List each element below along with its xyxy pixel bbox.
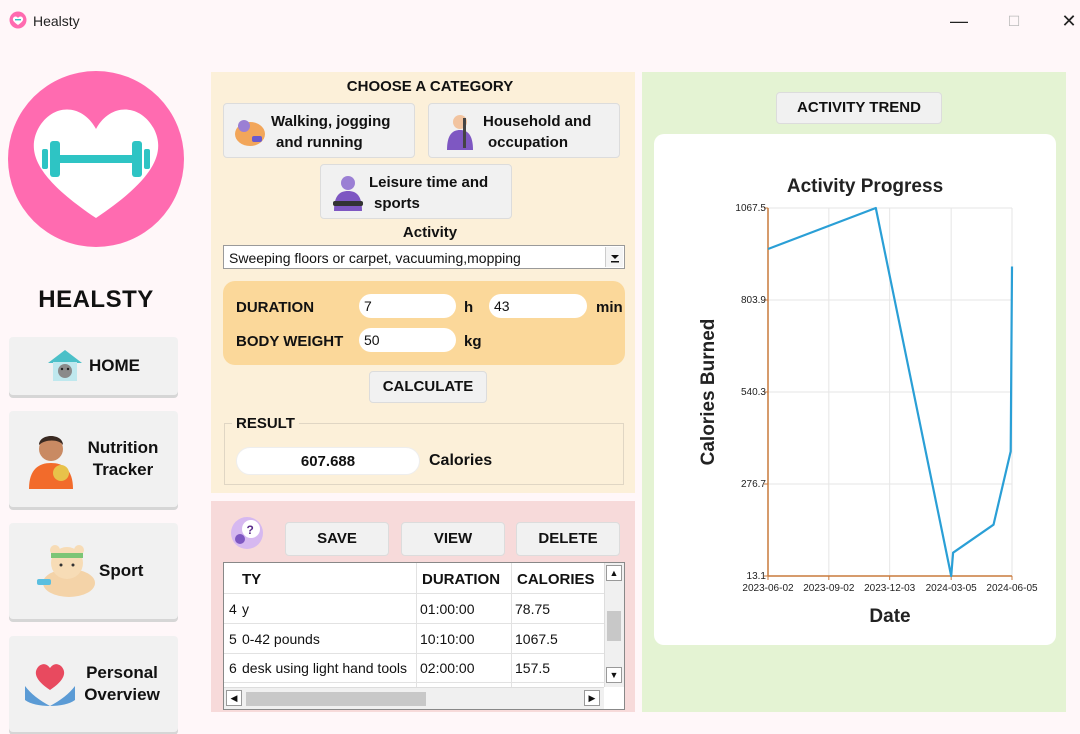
chart-y-tick-label: 276.7 — [741, 479, 766, 490]
category-leisure-label-1: Leisure time and — [369, 174, 489, 191]
category-walking-label-2: and running — [276, 134, 363, 151]
vertical-scrollbar[interactable]: ▲ ▼ — [604, 563, 624, 687]
nav-personal-button[interactable]: Personal Overview — [9, 636, 178, 732]
app-heart-icon — [9, 11, 27, 29]
result-label: RESULT — [232, 415, 299, 432]
activity-selected-value: Sweeping floors or carpet, vacuuming,mop… — [229, 250, 521, 266]
nav-sport-label: Sport — [99, 561, 144, 580]
activity-progress-chart: Activity Progress Date Calories Burned 1… — [698, 176, 1038, 627]
column-divider — [511, 563, 512, 687]
scroll-down-icon[interactable]: ▼ — [606, 667, 622, 683]
chart-card: Activity Progress Date Calories Burned 1… — [654, 134, 1056, 645]
chart-y-tick-label: 1067.5 — [735, 203, 766, 214]
table-header-activity[interactable]: TY — [242, 571, 261, 588]
row-index: 6 — [229, 660, 237, 676]
sport-bear-icon — [37, 545, 95, 597]
help-question-icon[interactable]: ? — [229, 515, 265, 551]
scroll-up-icon[interactable]: ▲ — [606, 565, 622, 581]
delete-button[interactable]: DELETE — [516, 522, 620, 556]
result-unit: Calories — [429, 452, 493, 469]
horizontal-scroll-thumb[interactable] — [246, 692, 426, 706]
activity-trend-button[interactable]: ACTIVITY TREND — [776, 92, 942, 124]
row-activity: 0-42 pounds — [242, 631, 320, 647]
household-icon — [447, 115, 473, 150]
calculate-button[interactable]: CALCULATE — [369, 371, 487, 403]
window-title: Healsty — [33, 13, 80, 29]
row-activity: desk using light hand tools — [242, 660, 407, 676]
chart-x-tick-label: 2023-06-02 — [742, 583, 794, 594]
result-value: 607.688 — [236, 447, 420, 475]
nav-nutrition-label-2: Tracker — [92, 460, 154, 479]
nav-home-button[interactable]: HOME — [9, 337, 178, 395]
dropdown-arrow-icon[interactable] — [605, 247, 623, 267]
view-button[interactable]: VIEW — [401, 522, 505, 556]
chart-y-label: Calories Burned — [698, 319, 719, 466]
history-table[interactable]: TY DURATION CALORIES 4 y 01:00:00 78.75 … — [223, 562, 625, 710]
row-index: 5 — [229, 631, 237, 647]
maximize-button[interactable]: ☐ — [999, 8, 1029, 34]
category-title: CHOOSE A CATEGORY — [346, 78, 514, 95]
walking-icon — [235, 120, 265, 146]
nutrition-person-icon — [29, 436, 73, 489]
category-walking-button[interactable]: Walking, jogging and running — [223, 103, 415, 158]
duration-label: DURATION — [236, 299, 315, 316]
horizontal-scrollbar[interactable]: ◀ ▶ — [224, 687, 604, 709]
category-household-label-2: occupation — [488, 134, 569, 151]
save-button[interactable]: SAVE — [285, 522, 389, 556]
svg-text:?: ? — [247, 523, 254, 537]
chart-y-tick-label: 803.9 — [741, 295, 766, 306]
healsty-logo — [8, 71, 184, 247]
table-header-duration[interactable]: DURATION — [422, 571, 500, 588]
category-household-button[interactable]: Household and occupation — [428, 103, 620, 158]
nav-personal-label-1: Personal — [86, 663, 158, 682]
vertical-scroll-thumb[interactable] — [607, 611, 621, 641]
table-header-calories[interactable]: CALORIES — [517, 571, 595, 588]
row-duration: 10:10:00 — [420, 631, 475, 647]
nav-home-label: HOME — [89, 356, 140, 375]
category-walking-label-1: Walking, jogging — [271, 113, 391, 130]
category-household-label-1: Household and — [483, 113, 592, 130]
body-weight-input[interactable]: 50 — [359, 328, 456, 352]
leisure-icon — [333, 176, 363, 211]
minimize-button[interactable]: — — [944, 8, 974, 34]
category-leisure-label-2: sports — [374, 195, 420, 212]
scroll-left-icon[interactable]: ◀ — [226, 690, 242, 706]
minutes-unit: min — [596, 299, 623, 316]
title-bar: Healsty — ☐ ✕ — [0, 0, 1080, 44]
chart-x-tick-label: 2023-12-03 — [864, 583, 916, 594]
hours-unit: h — [464, 299, 474, 316]
chart-y-tick-label: 13.1 — [747, 571, 767, 582]
hours-input[interactable]: 7 — [359, 294, 456, 318]
category-leisure-button[interactable]: Leisure time and sports — [320, 164, 512, 219]
body-weight-label: BODY WEIGHT — [236, 333, 344, 350]
nav-sport-button[interactable]: Sport — [9, 523, 178, 619]
weight-unit: kg — [464, 333, 482, 350]
row-duration: 01:00:00 — [420, 601, 475, 617]
nav-nutrition-label-1: Nutrition — [87, 438, 159, 457]
home-icon — [48, 350, 82, 381]
row-activity: y — [242, 601, 249, 617]
row-calories: 78.75 — [515, 601, 551, 617]
chart-x-tick-label: 2023-09-02 — [803, 583, 855, 594]
row-calories: 1067.5 — [515, 631, 558, 647]
row-duration: 02:00:00 — [420, 660, 475, 676]
row-calories: 157.5 — [515, 660, 551, 676]
chart-y-tick-label: 540.3 — [741, 387, 766, 398]
chart-x-tick-label: 2024-03-05 — [926, 583, 978, 594]
row-index: 4 — [229, 601, 237, 617]
brand-name: HEALSTY — [38, 286, 154, 313]
close-button[interactable]: ✕ — [1054, 8, 1080, 34]
nav-nutrition-button[interactable]: Nutrition Tracker — [9, 411, 178, 507]
personal-heart-hands-icon — [25, 664, 75, 706]
chart-title: Activity Progress — [787, 176, 943, 197]
scroll-right-icon[interactable]: ▶ — [584, 690, 600, 706]
activity-select[interactable]: Sweeping floors or carpet, vacuuming,mop… — [223, 245, 625, 269]
chart-x-label: Date — [869, 606, 910, 627]
chart-x-tick-label: 2024-06-05 — [986, 583, 1038, 594]
minutes-input[interactable]: 43 — [489, 294, 587, 318]
column-divider — [416, 563, 417, 687]
nav-personal-label-2: Overview — [84, 685, 160, 704]
activity-label: Activity — [402, 224, 458, 241]
